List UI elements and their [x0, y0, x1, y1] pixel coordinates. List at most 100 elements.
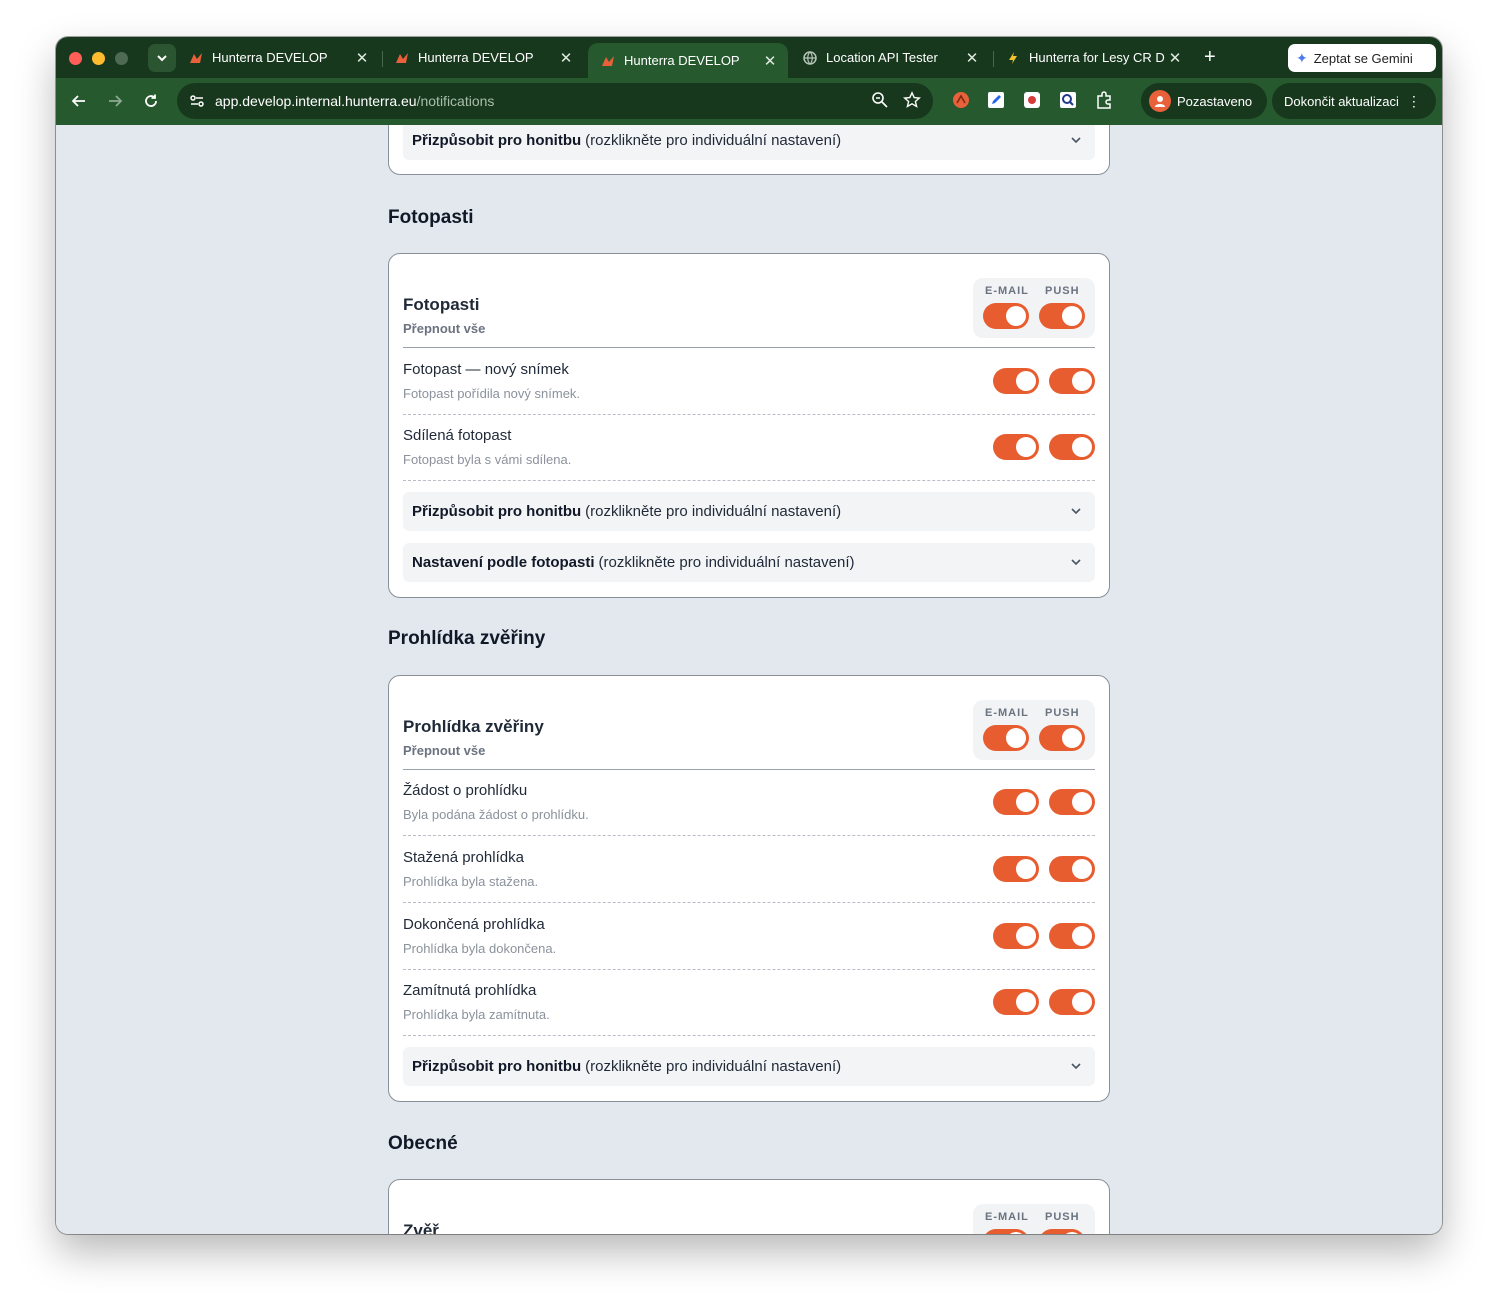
hunterra-favicon-icon	[396, 52, 408, 63]
extension-red-icon[interactable]	[951, 90, 971, 110]
customize-hunting-ground-expander[interactable]: Přizpůsobit pro honitbu (rozklikněte pro…	[403, 492, 1095, 531]
close-tab-icon[interactable]: ✕	[558, 49, 574, 67]
row-title: Stažená prohlídka	[403, 849, 524, 866]
notification-row: Fotopast — nový snímek Fotopast pořídila…	[403, 348, 1095, 414]
section-heading-fotopasti: Fotopasti	[388, 207, 474, 228]
push-switch[interactable]	[1049, 434, 1095, 460]
tab-3-active[interactable]: Hunterra DEVELOP ✕	[588, 43, 788, 78]
forward-button[interactable]	[103, 89, 127, 113]
notification-row: Sdílená fotopast Fotopast byla s vámi sd…	[403, 414, 1095, 480]
notification-row: Stažená prohlídka Prohlídka byla stažena…	[403, 836, 1095, 902]
group-title: Fotopasti	[403, 295, 480, 314]
ask-gemini-button[interactable]: ✦ Zeptat se Gemini	[1288, 44, 1436, 72]
browser-window: Hunterra DEVELOP ✕ Hunterra DEVELOP ✕ Hu…	[56, 37, 1442, 1234]
profile-button[interactable]: Pozastaveno	[1141, 83, 1267, 119]
group-title: Zvěř	[403, 1221, 439, 1234]
toggle-all-label: Přepnout vše	[403, 743, 486, 758]
finish-update-button[interactable]: Dokončit aktualizaci ⋮	[1272, 83, 1436, 119]
expander-hint: (rozklikněte pro individuální nastavení)	[585, 132, 842, 149]
chevron-down-icon	[1071, 1063, 1081, 1070]
url-host: app.develop.internal.hunterra.eu	[215, 93, 417, 109]
push-column-label: PUSH	[1045, 285, 1080, 297]
email-column-label: E-MAIL	[985, 707, 1029, 719]
arrow-right-icon	[109, 95, 123, 107]
email-column-label: E-MAIL	[985, 285, 1029, 297]
previous-card: Přizpůsobit pro honitbu (rozklikněte pro…	[388, 125, 1110, 175]
arrow-left-icon	[71, 95, 85, 107]
camera-trap-settings-expander[interactable]: Nastavení podle fotopasti (rozklikněte p…	[403, 543, 1095, 582]
email-switch[interactable]	[993, 989, 1039, 1015]
toggle-all-push-switch[interactable]	[1039, 725, 1085, 751]
back-button[interactable]	[67, 89, 91, 113]
divider	[403, 1035, 1095, 1036]
row-description: Fotopast pořídila nový snímek.	[403, 386, 581, 401]
close-tab-icon[interactable]: ✕	[762, 52, 778, 70]
customize-hunting-ground-expander[interactable]: Přizpůsobit pro honitbu (rozklikněte pro…	[403, 125, 1095, 160]
push-switch[interactable]	[1049, 789, 1095, 815]
tab-search-button[interactable]	[148, 44, 176, 72]
row-description: Prohlídka byla stažena.	[403, 874, 539, 889]
toggle-all-push-switch[interactable]	[1039, 1229, 1085, 1234]
globe-icon	[803, 50, 817, 65]
notification-row: Zamítnutá prohlídka Prohlídka byla zamít…	[403, 969, 1095, 1035]
omnibox-actions	[871, 91, 921, 109]
bookmark-star-icon[interactable]	[903, 91, 921, 109]
expander-title: Přizpůsobit pro honitbu	[412, 132, 582, 149]
close-window-button[interactable]	[69, 52, 82, 65]
chevron-down-icon	[157, 55, 167, 62]
tab-4[interactable]: Location API Tester ✕	[790, 37, 990, 78]
tab-5[interactable]: Hunterra for Lesy CR D ✕	[993, 37, 1193, 78]
email-switch[interactable]	[993, 856, 1039, 882]
extension-search-icon[interactable]	[1058, 90, 1078, 110]
email-switch[interactable]	[993, 789, 1039, 815]
settings-card-prohlidka: Prohlídka zvěřiny Přepnout vše E-MAIL PU…	[388, 675, 1110, 1102]
extensions-puzzle-icon[interactable]	[1094, 90, 1114, 110]
group-header: Zvěř E-MAIL PUSH	[403, 1204, 1095, 1234]
push-switch[interactable]	[1049, 923, 1095, 949]
email-switch[interactable]	[993, 434, 1039, 460]
group-header: Fotopasti Přepnout vše E-MAIL PUSH	[403, 278, 1095, 348]
tab-1[interactable]: Hunterra DEVELOP ✕	[176, 37, 380, 78]
new-tab-button[interactable]: +	[1204, 45, 1216, 69]
group-title: Prohlídka zvěřiny	[403, 717, 544, 736]
row-title: Žádost o prohlídku	[403, 782, 528, 799]
notification-row: Žádost o prohlídku Byla podána žádost o …	[403, 769, 1095, 835]
expander-title: Nastavení podle fotopasti	[412, 554, 595, 571]
push-switch[interactable]	[1049, 856, 1095, 882]
email-switch[interactable]	[993, 368, 1039, 394]
address-bar[interactable]: app.develop.internal.hunterra.eu/notific…	[177, 83, 933, 119]
row-description: Byla podána žádost o prohlídku.	[403, 807, 589, 822]
toggle-all-email-switch[interactable]	[983, 725, 1029, 751]
extension-edit-icon[interactable]	[986, 90, 1006, 110]
close-tab-icon[interactable]: ✕	[1167, 49, 1183, 67]
minimize-window-button[interactable]	[92, 52, 105, 65]
url-path: /notifications	[416, 93, 495, 109]
push-switch[interactable]	[1049, 368, 1095, 394]
extension-shield-icon[interactable]	[1022, 90, 1042, 110]
push-switch[interactable]	[1049, 989, 1095, 1015]
expander-hint: (rozklikněte pro individuální nastavení)	[598, 554, 855, 571]
close-tab-icon[interactable]: ✕	[964, 49, 980, 67]
row-title: Zamítnutá prohlídka	[403, 982, 537, 999]
customize-hunting-ground-expander[interactable]: Přizpůsobit pro honitbu (rozklikněte pro…	[403, 1047, 1095, 1086]
toggle-all-email-switch[interactable]	[983, 1229, 1029, 1234]
zoom-icon[interactable]	[871, 91, 889, 109]
site-settings-icon[interactable]	[187, 91, 207, 111]
section-heading-obecne: Obecné	[388, 1133, 458, 1154]
toggle-all-email-switch[interactable]	[983, 303, 1029, 329]
email-switch[interactable]	[993, 923, 1039, 949]
push-column-label: PUSH	[1045, 1211, 1080, 1223]
toggle-all-box: E-MAIL PUSH	[973, 1204, 1095, 1234]
chevron-down-icon	[1071, 508, 1081, 515]
chevron-down-icon	[1071, 559, 1081, 566]
toggle-all-push-switch[interactable]	[1039, 303, 1085, 329]
expander-title: Přizpůsobit pro honitbu	[412, 503, 582, 520]
gemini-label: Zeptat se Gemini	[1313, 50, 1413, 66]
maximize-window-button[interactable]	[115, 52, 128, 65]
toggle-all-box: E-MAIL PUSH	[973, 278, 1095, 338]
close-tab-icon[interactable]: ✕	[354, 49, 370, 67]
tab-2[interactable]: Hunterra DEVELOP ✕	[382, 37, 584, 78]
chevron-down-icon	[1071, 137, 1081, 144]
lightning-favicon-icon	[1009, 51, 1017, 64]
reload-button[interactable]	[139, 89, 163, 113]
